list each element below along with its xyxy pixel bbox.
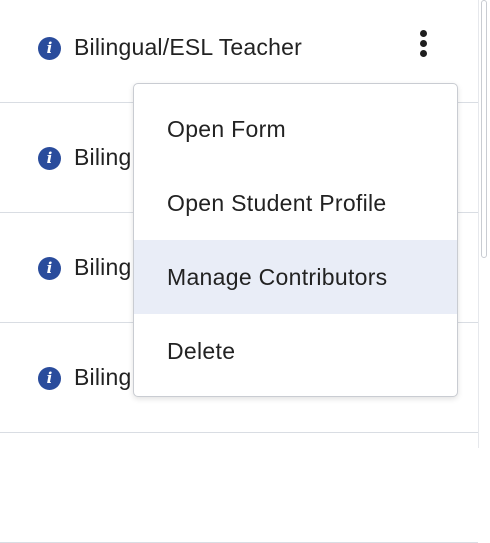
row-actions-menu: Open Form Open Student Profile Manage Co… bbox=[133, 83, 458, 397]
kebab-dot bbox=[420, 30, 427, 37]
info-icon[interactable]: i bbox=[38, 367, 61, 390]
row-label: Bilingual/ESL Teacher bbox=[74, 34, 302, 60]
kebab-dot bbox=[420, 50, 427, 57]
info-icon[interactable]: i bbox=[38, 37, 61, 60]
info-icon[interactable]: i bbox=[38, 147, 61, 170]
menu-item-delete[interactable]: Delete bbox=[134, 314, 457, 388]
row-label: Biling bbox=[74, 144, 132, 170]
row-label: Biling bbox=[74, 254, 132, 280]
more-options-icon[interactable] bbox=[414, 28, 434, 60]
menu-item-open-form[interactable]: Open Form bbox=[134, 92, 457, 166]
menu-item-manage-contributors[interactable]: Manage Contributors bbox=[134, 240, 457, 314]
scrollbar-thumb[interactable] bbox=[481, 0, 487, 258]
info-icon[interactable]: i bbox=[38, 257, 61, 280]
menu-item-open-student-profile[interactable]: Open Student Profile bbox=[134, 166, 457, 240]
list-row[interactable] bbox=[0, 434, 478, 543]
kebab-dot bbox=[420, 40, 427, 47]
row-label: Biling bbox=[74, 364, 132, 390]
